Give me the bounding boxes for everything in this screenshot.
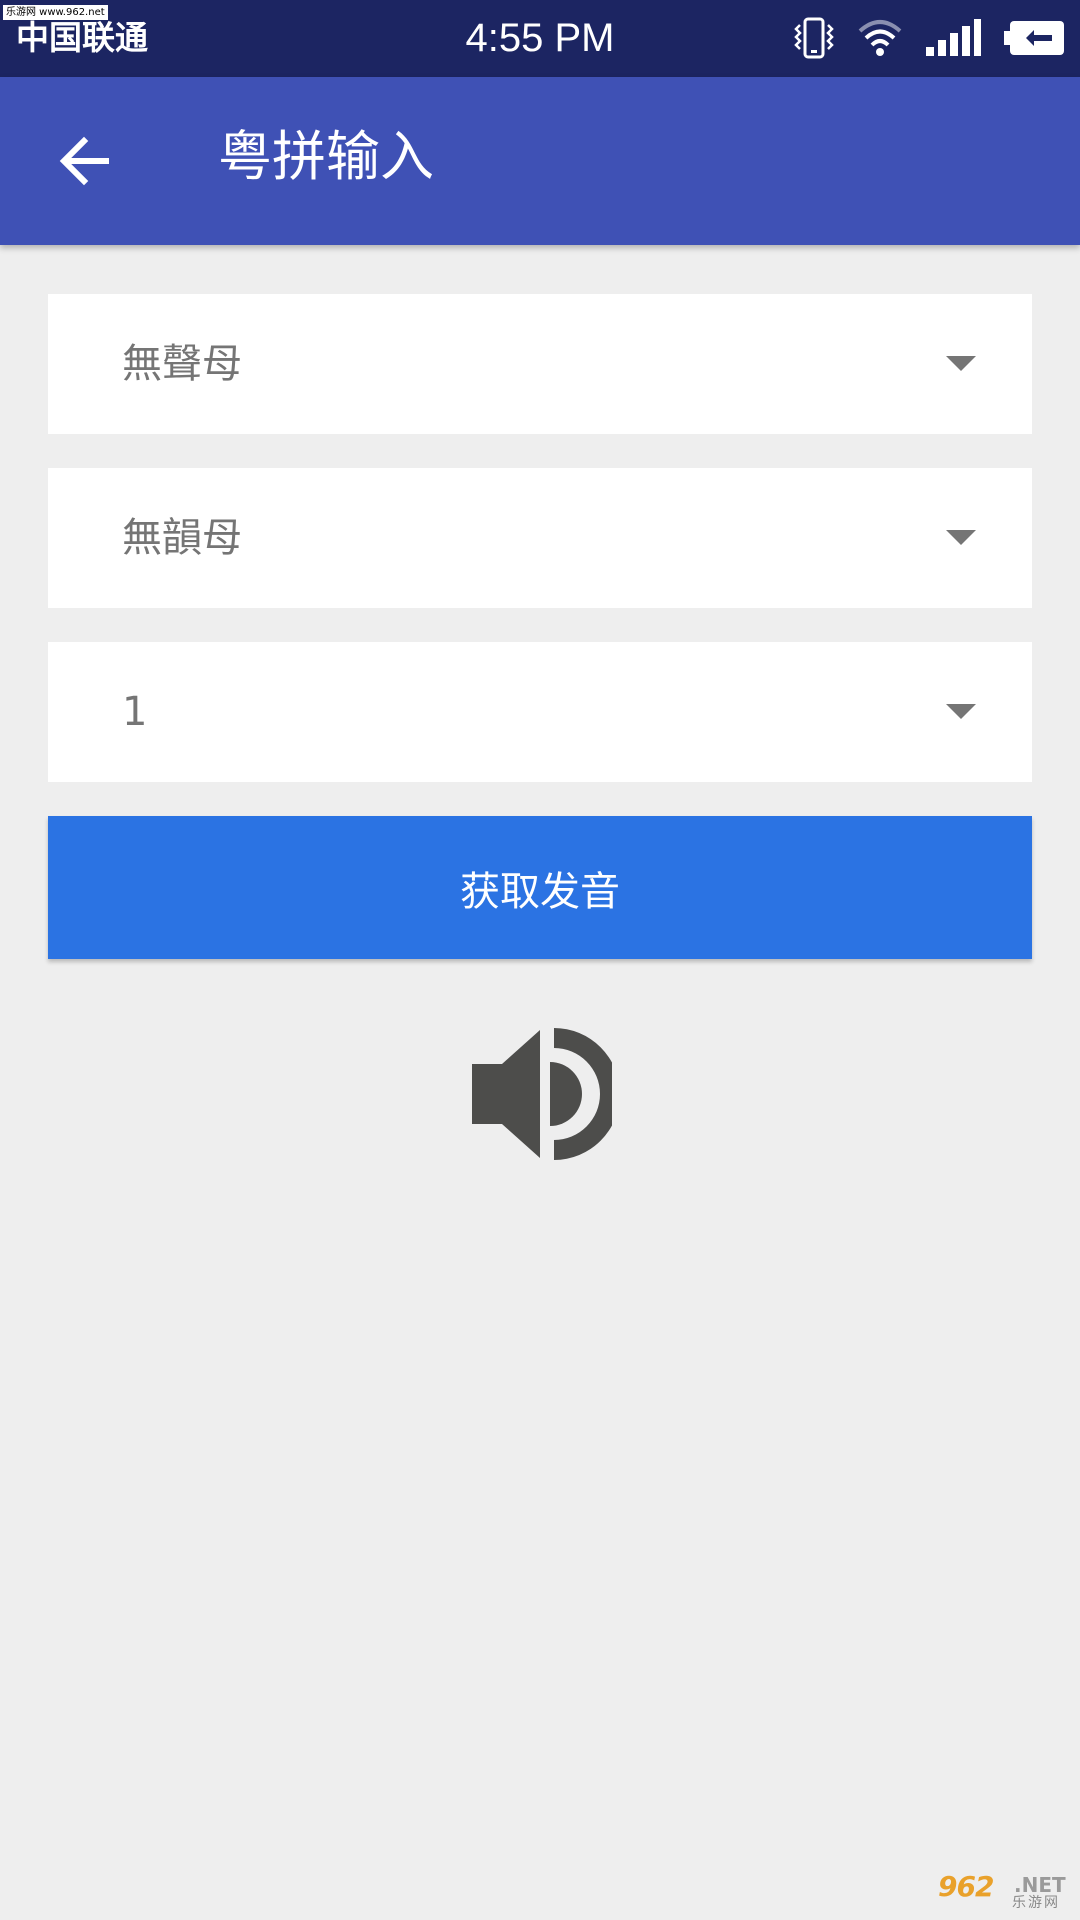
dropdown-arrow-icon	[946, 356, 976, 371]
page-title: 粤拼输入	[218, 125, 434, 188]
arrow-back-icon	[59, 136, 109, 186]
dropdown-arrow-icon	[946, 530, 976, 545]
wifi-icon	[858, 20, 902, 56]
watermark-sub: 乐游网	[1012, 1895, 1060, 1911]
battery-charging-icon	[1004, 21, 1064, 55]
status-bar: 乐游网 www.962.net 中国联通 4:55 PM	[0, 0, 1080, 77]
final-spinner[interactable]: 無韻母	[48, 468, 1032, 608]
vibrate-icon	[794, 17, 834, 59]
tone-spinner[interactable]: 1	[48, 642, 1032, 782]
initial-spinner-value: 無聲母	[122, 341, 242, 387]
app-bar: 粤拼输入	[0, 77, 1080, 245]
play-sound-button[interactable]	[468, 1024, 620, 1164]
tone-spinner-value: 1	[122, 689, 148, 735]
watermark-net: .NET	[1014, 1873, 1066, 1897]
back-button[interactable]	[44, 121, 124, 201]
final-spinner-value: 無韻母	[122, 515, 242, 561]
watermark-logo: 962 .NET 乐游网	[938, 1872, 1074, 1914]
initial-spinner[interactable]: 無聲母	[48, 294, 1032, 434]
watermark-main: 962	[938, 1870, 994, 1903]
signal-icon	[926, 19, 981, 56]
speaker-volume-icon	[472, 1028, 620, 1160]
dropdown-arrow-icon	[946, 704, 976, 719]
status-icons	[792, 16, 1066, 60]
get-pronunciation-button[interactable]: 获取发音	[48, 816, 1032, 959]
